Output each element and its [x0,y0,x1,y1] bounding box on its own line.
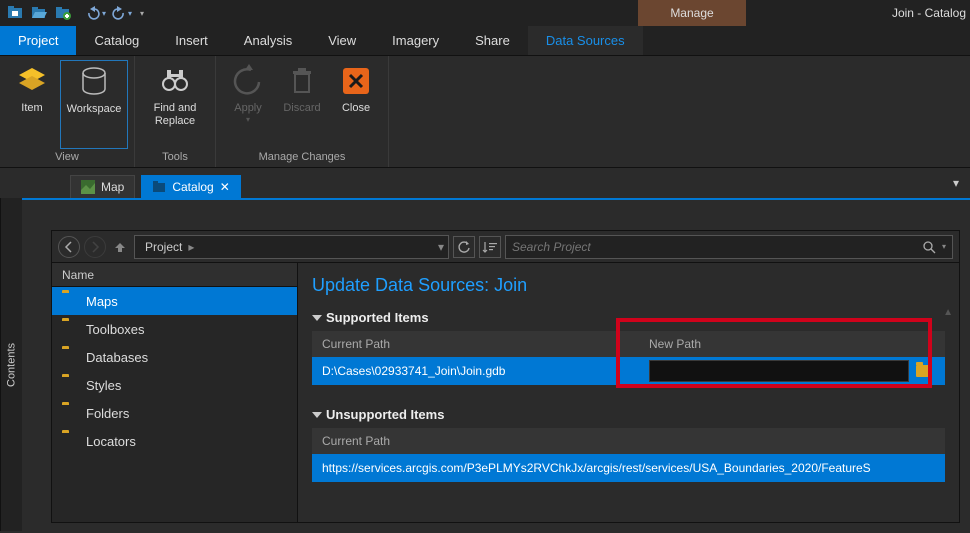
folder-icon [62,433,78,449]
view-tabs-dropdown-icon[interactable]: ▾ [942,168,970,198]
tab-analysis[interactable]: Analysis [226,26,310,55]
chevron-right-icon: ▸ [188,240,194,254]
new-project-icon[interactable] [54,4,72,22]
tree-item-toolboxes[interactable]: Toolboxes [52,315,297,343]
ribbon-group-view-label: View [55,149,79,165]
tree-item-label: Toolboxes [86,322,145,337]
tab-insert[interactable]: Insert [157,26,226,55]
tree-item-folders[interactable]: Folders [52,399,297,427]
contents-pane-label[interactable]: Contents [0,198,22,531]
binoculars-icon [158,64,192,98]
map-icon [81,180,95,194]
nav-forward-button [84,236,106,258]
breadcrumb[interactable]: Project ▸ ▾ [134,235,449,259]
folder-icon [62,377,78,393]
redo-icon[interactable] [112,6,126,20]
tab-view[interactable]: View [310,26,374,55]
open-project-icon[interactable] [30,4,48,22]
catalog-icon [152,180,166,194]
breadcrumb-dropdown-icon[interactable]: ▾ [438,240,444,254]
tree-item-databases[interactable]: Databases [52,343,297,371]
highlight-annotation [616,318,932,388]
search-input-container[interactable]: ▾ [505,235,953,259]
page-title: Update Data Sources: Join [312,275,945,296]
discard-label: Discard [283,102,320,115]
tab-imagery[interactable]: Imagery [374,26,457,55]
tree-item-label: Databases [86,350,148,365]
undo-caret-icon[interactable]: ▾ [102,9,106,18]
table-row[interactable]: https://services.arcgis.com/P3ePLMYs2RVC… [312,454,945,482]
find-replace-button[interactable]: Find and Replace [141,60,209,149]
nav-up-button[interactable] [110,237,130,257]
folder-icon [62,321,78,337]
folder-icon [62,405,78,421]
tree-header-name[interactable]: Name [52,263,297,287]
search-dropdown-icon[interactable]: ▾ [942,242,946,251]
tab-catalog[interactable]: Catalog [76,26,157,55]
ribbon-group-tools-label: Tools [162,149,188,165]
unsupported-items-header[interactable]: Unsupported Items [312,407,945,422]
scroll-up-icon[interactable]: ▲ [943,307,953,318]
chevron-down-icon [312,315,322,321]
search-input[interactable] [512,240,916,254]
close-button[interactable]: Close [330,60,382,149]
tree-item-styles[interactable]: Styles [52,371,297,399]
window-title: Join - Catalog [892,0,970,26]
apply-icon [231,64,265,98]
view-tab-catalog[interactable]: Catalog ✕ [141,175,240,198]
tree-item-locators[interactable]: Locators [52,427,297,455]
nav-back-button[interactable] [58,236,80,258]
tree-item-label: Styles [86,378,121,393]
tree-item-label: Folders [86,406,129,421]
current-path-url: https://services.arcgis.com/P3ePLMYs2RVC… [312,461,945,475]
tree-item-maps[interactable]: Maps [52,287,297,315]
ribbon-group-manage-label: Manage Changes [259,149,346,165]
item-button[interactable]: Item [6,60,58,149]
workspace-button[interactable]: Workspace [60,60,128,149]
layers-icon [15,64,49,98]
close-tab-icon[interactable]: ✕ [220,180,230,194]
tree-item-label: Locators [86,434,136,449]
item-label: Item [21,102,42,115]
column-current-path[interactable]: Current Path [312,434,945,448]
tab-manage-contextual[interactable]: Manage [638,0,746,26]
grid-header: Current Path [312,428,945,454]
redo-caret-icon[interactable]: ▾ [128,9,132,18]
apply-button: Apply ▾ [222,60,274,149]
view-tab-map-label: Map [101,180,124,194]
tree-item-label: Maps [86,294,118,309]
database-icon [77,65,111,99]
find-replace-label: Find and Replace [143,102,207,128]
tab-data-sources[interactable]: Data Sources [528,26,643,55]
close-label: Close [342,102,370,115]
apply-label: Apply [234,102,262,115]
refresh-button[interactable] [453,236,475,258]
supported-items-label: Supported Items [326,310,429,325]
qat-customize-caret-icon[interactable]: ▾ [140,9,144,18]
current-path-value: D:\Cases\02933741_Join\Join.gdb [312,364,639,378]
search-icon[interactable] [922,240,936,254]
folder-icon [62,349,78,365]
folder-icon [62,293,78,309]
chevron-down-icon [312,412,322,418]
tab-project[interactable]: Project [0,26,76,55]
breadcrumb-root: Project [145,240,182,254]
view-tab-catalog-label: Catalog [172,180,213,194]
workspace-label: Workspace [67,103,122,116]
undo-icon[interactable] [86,6,100,20]
discard-button: Discard [276,60,328,149]
view-tab-map[interactable]: Map [70,175,135,198]
sort-button[interactable] [479,236,501,258]
tab-share[interactable]: Share [457,26,528,55]
unsupported-items-label: Unsupported Items [326,407,444,422]
column-current-path[interactable]: Current Path [312,337,639,351]
trash-icon [285,64,319,98]
save-project-icon[interactable] [6,4,24,22]
close-icon [339,64,373,98]
